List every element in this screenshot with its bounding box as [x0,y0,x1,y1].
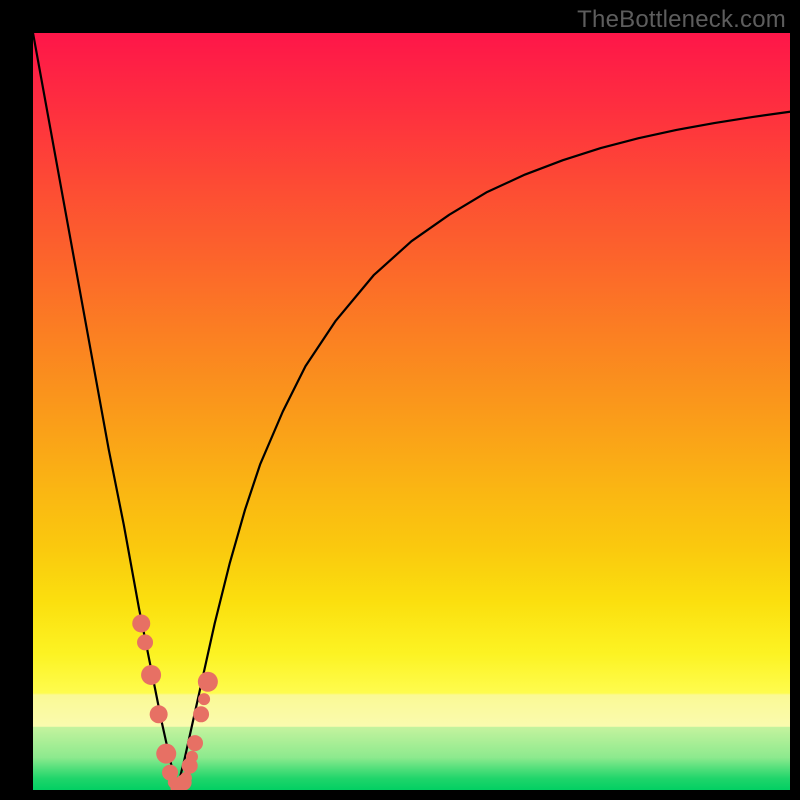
bottleneck-curve-svg [33,33,790,790]
curve-marker [141,665,161,685]
curve-marker [198,693,210,705]
curve-marker [198,672,218,692]
curve-marker [193,706,209,722]
curve-marker [150,705,168,723]
curve-marker [132,614,150,632]
curve-marker [137,634,153,650]
curve-marker [186,751,198,763]
curve-marker [187,735,203,751]
watermark-text: TheBottleneck.com [577,6,786,34]
chart-frame: TheBottleneck.com [0,0,800,800]
plot-area [33,33,790,790]
curve-marker [156,744,176,764]
